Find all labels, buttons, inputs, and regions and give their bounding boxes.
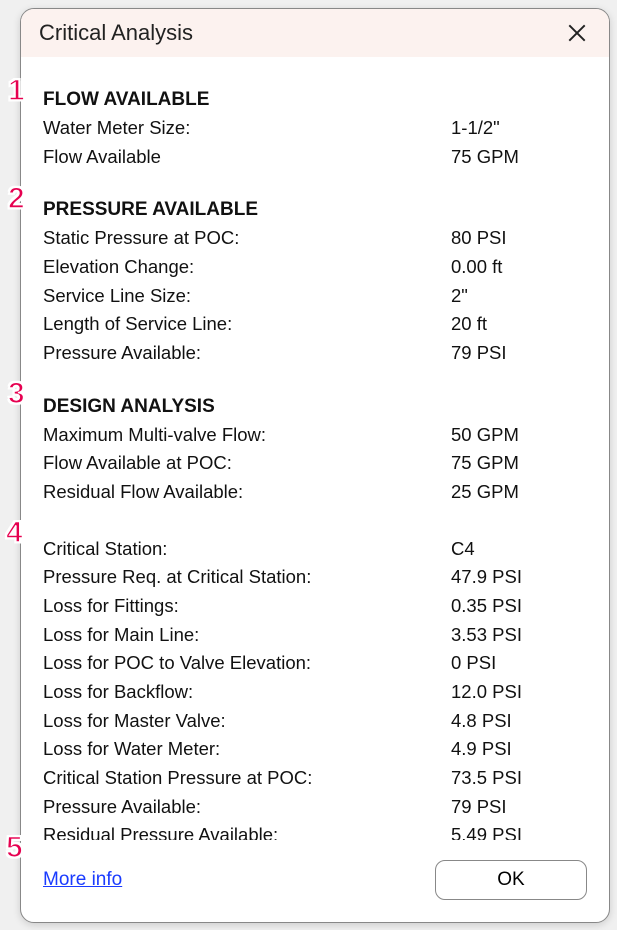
- titlebar: Critical Analysis: [21, 9, 609, 57]
- section-pressure-available: PRESSURE AVAILABLE Static Pressure at PO…: [43, 199, 587, 367]
- row-pressure-available: Pressure Available: 79 PSI: [43, 339, 587, 368]
- dialog-footer: More info OK: [21, 840, 609, 922]
- row-value: 3.53 PSI: [451, 621, 587, 650]
- row-value: 5.49 PSI: [451, 821, 587, 840]
- dialog-content: FLOW AVAILABLE Water Meter Size: 1-1/2" …: [21, 57, 609, 840]
- row-label: Loss for Master Valve:: [43, 707, 451, 736]
- row-value: 0.35 PSI: [451, 592, 587, 621]
- row-label: Pressure Req. at Critical Station:: [43, 563, 451, 592]
- row-label: Static Pressure at POC:: [43, 224, 451, 253]
- row-loss-for-fittings: Loss for Fittings: 0.35 PSI: [43, 592, 587, 621]
- row-label: Flow Available: [43, 143, 451, 172]
- row-label: Water Meter Size:: [43, 114, 451, 143]
- row-loss-for-poc-to-valve-elevation: Loss for POC to Valve Elevation: 0 PSI: [43, 649, 587, 678]
- row-critical-station: Critical Station: C4: [43, 535, 587, 564]
- row-value: 4.9 PSI: [451, 735, 587, 764]
- row-elevation-change: Elevation Change: 0.00 ft: [43, 253, 587, 282]
- row-loss-for-main-line: Loss for Main Line: 3.53 PSI: [43, 621, 587, 650]
- row-value: 79 PSI: [451, 339, 587, 368]
- row-value: 12.0 PSI: [451, 678, 587, 707]
- row-value: 25 GPM: [451, 478, 587, 507]
- row-value: 2": [451, 282, 587, 311]
- row-loss-for-master-valve: Loss for Master Valve: 4.8 PSI: [43, 707, 587, 736]
- row-flow-available: Flow Available 75 GPM: [43, 143, 587, 172]
- row-static-pressure-at-poc: Static Pressure at POC: 80 PSI: [43, 224, 587, 253]
- close-icon: [568, 24, 586, 42]
- row-value: 0.00 ft: [451, 253, 587, 282]
- row-value: 80 PSI: [451, 224, 587, 253]
- row-residual-flow-available: Residual Flow Available: 25 GPM: [43, 478, 587, 507]
- row-service-line-size: Service Line Size: 2": [43, 282, 587, 311]
- row-value: 73.5 PSI: [451, 764, 587, 793]
- dialog-title: Critical Analysis: [39, 20, 193, 46]
- row-value: 79 PSI: [451, 793, 587, 822]
- row-pressure-available-2: Pressure Available: 79 PSI: [43, 793, 587, 822]
- ok-button[interactable]: OK: [435, 860, 587, 900]
- row-value: 4.8 PSI: [451, 707, 587, 736]
- critical-analysis-dialog: Critical Analysis FLOW AVAILABLE Water M…: [20, 8, 610, 923]
- section-design-analysis: DESIGN ANALYSIS Maximum Multi-valve Flow…: [43, 396, 587, 507]
- row-flow-available-at-poc: Flow Available at POC: 75 GPM: [43, 449, 587, 478]
- row-label: Pressure Available:: [43, 339, 451, 368]
- section-critical-station: Critical Station: C4 Pressure Req. at Cr…: [43, 535, 587, 840]
- close-button[interactable]: [563, 19, 591, 47]
- row-label: Loss for Main Line:: [43, 621, 451, 650]
- row-label: Pressure Available:: [43, 793, 451, 822]
- more-info-link[interactable]: More info: [43, 869, 122, 891]
- row-label: Critical Station:: [43, 535, 451, 564]
- row-residual-pressure-available: Residual Pressure Available: 5.49 PSI: [43, 821, 587, 840]
- row-value: C4: [451, 535, 587, 564]
- row-label: Elevation Change:: [43, 253, 451, 282]
- row-critical-station-pressure-at-poc: Critical Station Pressure at POC: 73.5 P…: [43, 764, 587, 793]
- row-label: Residual Flow Available:: [43, 478, 451, 507]
- row-label: Service Line Size:: [43, 282, 451, 311]
- row-loss-for-water-meter: Loss for Water Meter: 4.9 PSI: [43, 735, 587, 764]
- row-label: Length of Service Line:: [43, 310, 451, 339]
- row-value: 75 GPM: [451, 143, 587, 172]
- section-title: PRESSURE AVAILABLE: [43, 199, 587, 221]
- row-label: Maximum Multi-valve Flow:: [43, 421, 451, 450]
- row-length-of-service-line: Length of Service Line: 20 ft: [43, 310, 587, 339]
- row-pressure-req-at-critical-station: Pressure Req. at Critical Station: 47.9 …: [43, 563, 587, 592]
- row-label: Loss for Water Meter:: [43, 735, 451, 764]
- section-flow-available: FLOW AVAILABLE Water Meter Size: 1-1/2" …: [43, 89, 587, 171]
- row-label: Loss for Backflow:: [43, 678, 451, 707]
- row-value: 75 GPM: [451, 449, 587, 478]
- row-value: 20 ft: [451, 310, 587, 339]
- row-loss-for-backflow: Loss for Backflow: 12.0 PSI: [43, 678, 587, 707]
- row-value: 1-1/2": [451, 114, 587, 143]
- row-value: 0 PSI: [451, 649, 587, 678]
- row-label: Flow Available at POC:: [43, 449, 451, 478]
- section-title: DESIGN ANALYSIS: [43, 396, 587, 418]
- row-label: Loss for Fittings:: [43, 592, 451, 621]
- row-label: Residual Pressure Available:: [43, 821, 451, 840]
- row-maximum-multi-valve-flow: Maximum Multi-valve Flow: 50 GPM: [43, 421, 587, 450]
- row-value: 47.9 PSI: [451, 563, 587, 592]
- row-water-meter-size: Water Meter Size: 1-1/2": [43, 114, 587, 143]
- section-title: FLOW AVAILABLE: [43, 89, 587, 111]
- row-label: Loss for POC to Valve Elevation:: [43, 649, 451, 678]
- row-value: 50 GPM: [451, 421, 587, 450]
- row-label: Critical Station Pressure at POC:: [43, 764, 451, 793]
